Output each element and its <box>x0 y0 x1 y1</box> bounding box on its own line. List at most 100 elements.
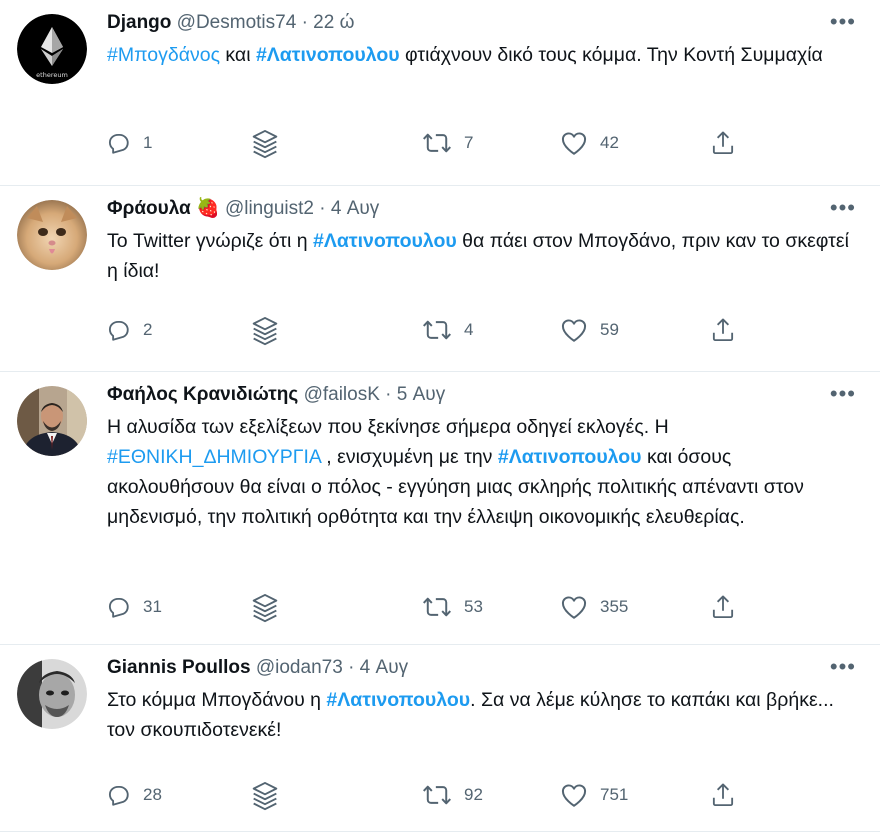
user-handle[interactable]: @linguist2 <box>225 198 314 219</box>
tweet-text-segment: και <box>219 44 256 66</box>
svg-text:ethereum: ethereum <box>36 71 68 79</box>
stack-button[interactable] <box>248 313 282 347</box>
share-button[interactable] <box>710 592 736 622</box>
hashtag-link[interactable]: #Λατινοπουλου <box>313 230 457 252</box>
like-button[interactable]: 42 <box>560 128 619 158</box>
avatar[interactable] <box>17 659 87 729</box>
display-name[interactable]: Django <box>107 12 171 33</box>
tweet-header: Φράουλα 🍓 @linguist2 · 4 Αυγ <box>107 196 850 222</box>
stack-button[interactable] <box>248 778 282 812</box>
display-name[interactable]: Φαήλος Κρανιδιώτης <box>107 384 298 405</box>
reply-icon <box>105 317 131 343</box>
hashtag-link[interactable]: #Λατινοπουλου <box>326 689 470 711</box>
reply-count: 28 <box>143 785 162 804</box>
reply-button[interactable]: 31 <box>105 592 162 622</box>
like-icon <box>560 130 588 156</box>
hashtag-link[interactable]: #Λατινοπουλου <box>498 446 642 468</box>
share-button[interactable] <box>710 128 736 158</box>
stack-icon <box>248 778 282 812</box>
tweet-text: Στο κόμμα Μπογδάνου η #Λατινοπουλου. Σα … <box>107 685 850 745</box>
avatar[interactable] <box>17 200 87 270</box>
reply-button[interactable]: 2 <box>105 315 152 345</box>
like-button[interactable]: 355 <box>560 592 628 622</box>
tweet-text-segment: Το Twitter γνώριζε ότι η <box>107 230 314 252</box>
tweet-text: Η αλυσίδα των εξελίξεων που ξεκίνησε σήμ… <box>107 412 850 532</box>
reply-icon <box>105 594 131 620</box>
avatar[interactable] <box>17 386 87 456</box>
hashtag-link[interactable]: #ΕΘΝΙΚΗ_ΔΗΜΙΟΥΡΓΙΑ <box>107 446 321 468</box>
stack-icon <box>248 313 282 347</box>
retweet-button[interactable]: 4 <box>422 315 473 345</box>
tweet-header: Giannis Poullos @iodan73 · 4 Αυγ <box>107 655 850 681</box>
stack-button[interactable] <box>248 126 282 160</box>
share-icon <box>710 593 736 621</box>
retweet-count: 4 <box>464 320 474 339</box>
reply-count: 2 <box>143 320 153 339</box>
hashtag-link[interactable]: #Μπογδάνος <box>107 44 220 66</box>
like-count: 751 <box>600 785 629 804</box>
tweet-text: Το Twitter γνώριζε ότι η #Λατινοπουλου θ… <box>107 226 850 286</box>
tweet[interactable]: ••• Φαήλος Κρανιδιώτης @failosK · 5 Αυγ … <box>0 372 880 645</box>
retweet-count: 92 <box>464 785 483 804</box>
tweet-text-segment: Η αλυσίδα των εξελίξεων που ξεκίνησε σήμ… <box>107 416 669 438</box>
share-icon <box>710 129 736 157</box>
stack-button[interactable] <box>248 590 282 624</box>
tweet[interactable]: ethereum ••• Django @Desmotis74 · 22 ώ #… <box>0 0 880 186</box>
like-icon <box>560 782 588 808</box>
retweet-icon <box>422 782 452 808</box>
display-name[interactable]: Φράουλα <box>107 198 191 219</box>
tweet-text-segment: , ενισχυμένη με την <box>320 446 498 468</box>
strawberry-emoji: 🍓 <box>196 198 220 219</box>
tweet-actions: 1 7 42 <box>105 126 745 160</box>
like-count: 59 <box>600 320 619 339</box>
share-button[interactable] <box>710 315 736 345</box>
timestamp[interactable]: 4 Αυγ <box>331 198 379 219</box>
tweet-header: Φαήλος Κρανιδιώτης @failosK · 5 Αυγ <box>107 382 850 408</box>
stack-icon <box>248 590 282 624</box>
tweet-text: #Μπογδάνος και #Λατινοπουλου φτιάχνουν δ… <box>107 40 850 70</box>
like-button[interactable]: 59 <box>560 315 619 345</box>
like-count: 355 <box>600 597 629 616</box>
user-handle[interactable]: @failosK <box>304 384 380 405</box>
user-handle[interactable]: @Desmotis74 <box>177 12 297 33</box>
like-icon <box>560 594 588 620</box>
reply-button[interactable]: 1 <box>105 128 152 158</box>
tweet-text-segment: Στο κόμμα Μπογδάνου η <box>107 689 327 711</box>
retweet-button[interactable]: 92 <box>422 780 483 810</box>
retweet-icon <box>422 130 452 156</box>
reply-count: 1 <box>143 133 153 152</box>
share-icon <box>710 316 736 344</box>
like-icon <box>560 317 588 343</box>
like-button[interactable]: 751 <box>560 780 628 810</box>
timestamp[interactable]: 5 Αυγ <box>397 384 445 405</box>
retweet-icon <box>422 317 452 343</box>
reply-button[interactable]: 28 <box>105 780 162 810</box>
stack-icon <box>248 126 282 160</box>
share-button[interactable] <box>710 780 736 810</box>
separator-dot: · <box>348 657 355 678</box>
tweet[interactable]: ••• Giannis Poullos @iodan73 · 4 Αυγ Στο… <box>0 645 880 832</box>
share-icon <box>710 781 736 809</box>
timestamp[interactable]: 4 Αυγ <box>360 657 408 678</box>
like-count: 42 <box>600 133 619 152</box>
reply-icon <box>105 782 131 808</box>
separator-dot: · <box>301 12 308 33</box>
retweet-button[interactable]: 53 <box>422 592 483 622</box>
separator-dot: · <box>385 384 392 405</box>
separator-dot: · <box>319 198 326 219</box>
user-handle[interactable]: @iodan73 <box>256 657 343 678</box>
tweet-content: Django @Desmotis74 · 22 ώ #Μπογδάνος και… <box>107 10 850 70</box>
reply-count: 31 <box>143 597 162 616</box>
hashtag-link[interactable]: #Λατινοπουλου <box>256 44 400 66</box>
tweet-actions: 28 92 751 <box>105 778 745 812</box>
timestamp[interactable]: 22 ώ <box>313 12 354 33</box>
tweet-actions: 2 4 59 <box>105 313 745 347</box>
retweet-button[interactable]: 7 <box>422 128 473 158</box>
tweet-header: Django @Desmotis74 · 22 ώ <box>107 10 850 36</box>
tweet-content: Φράουλα 🍓 @linguist2 · 4 Αυγ Το Twitter … <box>107 196 850 286</box>
display-name[interactable]: Giannis Poullos <box>107 657 251 678</box>
avatar[interactable]: ethereum <box>17 14 87 84</box>
tweet[interactable]: ••• Φράουλα 🍓 @linguist2 · 4 Αυγ Το Twit… <box>0 186 880 372</box>
tweet-content: Φαήλος Κρανιδιώτης @failosK · 5 Αυγ Η αλ… <box>107 382 850 532</box>
retweet-count: 7 <box>464 133 474 152</box>
